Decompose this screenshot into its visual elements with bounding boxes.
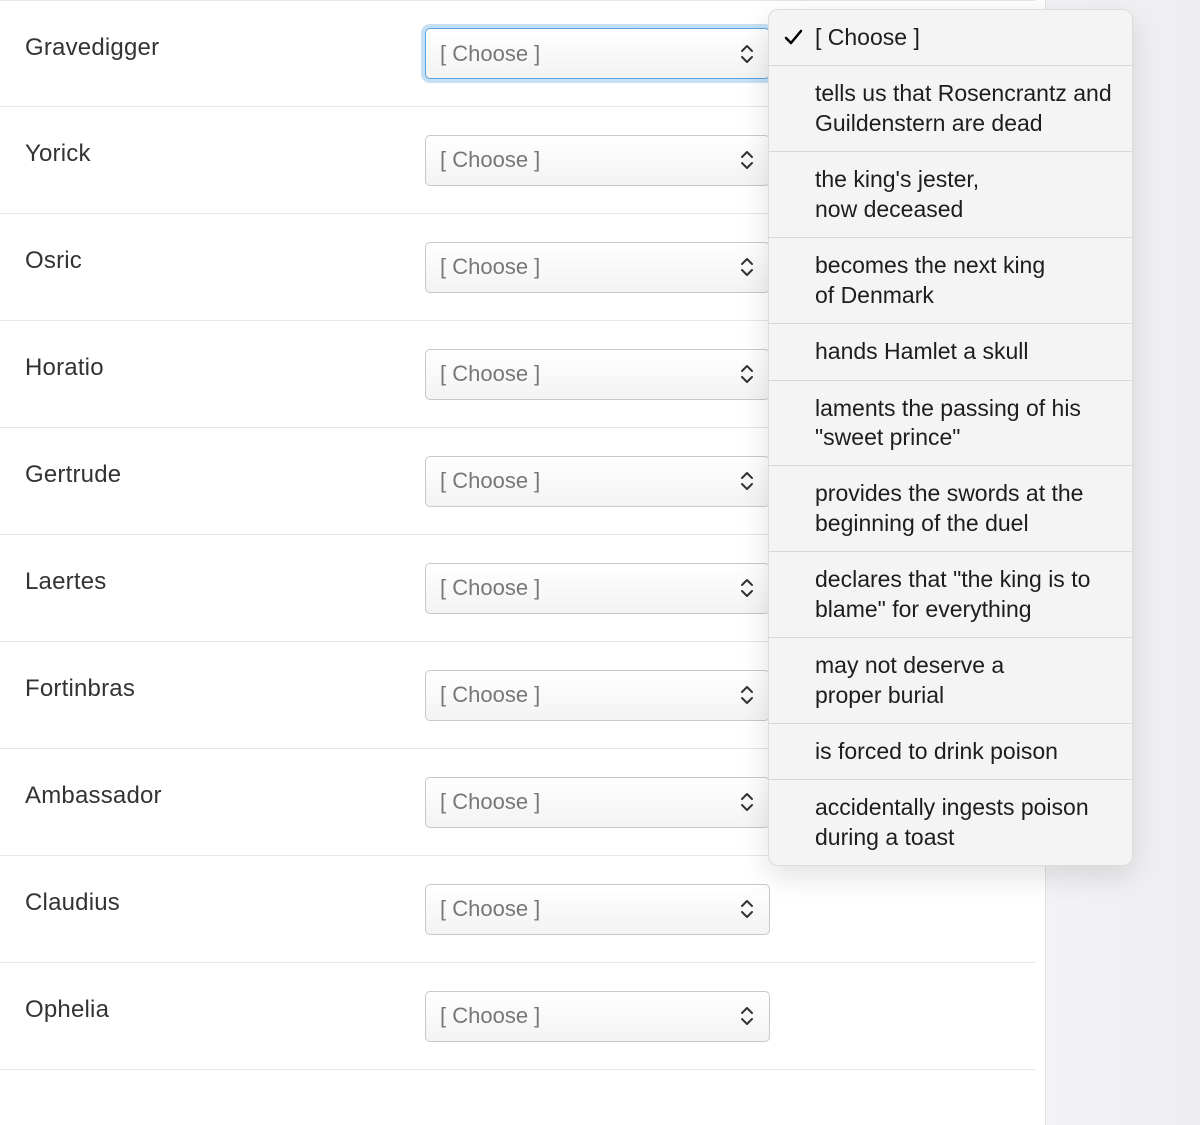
answer-select-value: [ Choose ]: [440, 1003, 540, 1029]
match-prompt-label: Ophelia: [25, 996, 425, 1036]
dropdown-popover: [ Choose ] tells us that Rosencrantz and …: [768, 9, 1133, 866]
answer-select-value: [ Choose ]: [440, 254, 540, 280]
dropdown-option-label: hands Hamlet a skull: [815, 338, 1029, 364]
answer-select[interactable]: [ Choose ]: [425, 563, 770, 614]
answer-select[interactable]: [ Choose ]: [425, 777, 770, 828]
answer-select-value: [ Choose ]: [440, 789, 540, 815]
dropdown-option-label: becomes the next king of Denmark: [815, 252, 1045, 307]
chevron-up-down-icon: [739, 256, 755, 278]
match-row: Claudius [ Choose ]: [0, 856, 1035, 963]
chevron-up-down-icon: [739, 791, 755, 813]
match-prompt-label: Gertrude: [25, 461, 425, 501]
match-prompt-label: Laertes: [25, 568, 425, 608]
answer-select-value: [ Choose ]: [440, 41, 540, 67]
answer-select-value: [ Choose ]: [440, 468, 540, 494]
dropdown-option[interactable]: hands Hamlet a skull: [769, 324, 1132, 380]
dropdown-option[interactable]: the king's jester, now deceased: [769, 152, 1132, 238]
dropdown-option[interactable]: is forced to drink poison: [769, 724, 1132, 780]
dropdown-option[interactable]: [ Choose ]: [769, 10, 1132, 66]
match-prompt-label: Yorick: [25, 140, 425, 180]
check-icon: [783, 25, 803, 45]
dropdown-option[interactable]: accidentally ingests poison during a toa…: [769, 780, 1132, 865]
dropdown-option-label: tells us that Rosencrantz and Guildenste…: [815, 80, 1112, 135]
match-prompt-label: Gravedigger: [25, 34, 425, 74]
answer-select-value: [ Choose ]: [440, 682, 540, 708]
dropdown-option[interactable]: laments the passing of his "sweet prince…: [769, 381, 1132, 467]
dropdown-option[interactable]: may not deserve a proper burial: [769, 638, 1132, 724]
chevron-up-down-icon: [739, 470, 755, 492]
answer-select-value: [ Choose ]: [440, 147, 540, 173]
match-prompt-label: Osric: [25, 247, 425, 287]
dropdown-option-label: laments the passing of his "sweet prince…: [815, 395, 1081, 450]
chevron-up-down-icon: [739, 149, 755, 171]
chevron-up-down-icon: [739, 577, 755, 599]
dropdown-option-label: accidentally ingests poison during a toa…: [815, 794, 1089, 849]
dropdown-option-label: the king's jester, now deceased: [815, 166, 979, 221]
answer-select[interactable]: [ Choose ]: [425, 456, 770, 507]
match-prompt-label: Ambassador: [25, 782, 425, 822]
answer-select[interactable]: [ Choose ]: [425, 28, 770, 79]
dropdown-option-label: declares that "the king is to blame" for…: [815, 566, 1090, 621]
dropdown-option[interactable]: provides the swords at the beginning of …: [769, 466, 1132, 552]
answer-select[interactable]: [ Choose ]: [425, 135, 770, 186]
dropdown-option[interactable]: becomes the next king of Denmark: [769, 238, 1132, 324]
chevron-up-down-icon: [739, 43, 755, 65]
chevron-up-down-icon: [739, 363, 755, 385]
dropdown-option-label: may not deserve a proper burial: [815, 652, 1004, 707]
dropdown-option[interactable]: declares that "the king is to blame" for…: [769, 552, 1132, 638]
answer-select-value: [ Choose ]: [440, 575, 540, 601]
match-prompt-label: Claudius: [25, 889, 425, 929]
answer-select[interactable]: [ Choose ]: [425, 670, 770, 721]
answer-select[interactable]: [ Choose ]: [425, 991, 770, 1042]
answer-select-value: [ Choose ]: [440, 361, 540, 387]
answer-select-value: [ Choose ]: [440, 896, 540, 922]
answer-select[interactable]: [ Choose ]: [425, 242, 770, 293]
match-prompt-label: Fortinbras: [25, 675, 425, 715]
dropdown-option-label: is forced to drink poison: [815, 738, 1058, 764]
match-prompt-label: Horatio: [25, 354, 425, 394]
chevron-up-down-icon: [739, 1005, 755, 1027]
chevron-up-down-icon: [739, 898, 755, 920]
answer-select[interactable]: [ Choose ]: [425, 349, 770, 400]
dropdown-option-label: provides the swords at the beginning of …: [815, 480, 1083, 535]
answer-select[interactable]: [ Choose ]: [425, 884, 770, 935]
dropdown-option[interactable]: tells us that Rosencrantz and Guildenste…: [769, 66, 1132, 152]
match-row: Ophelia [ Choose ]: [0, 963, 1035, 1070]
chevron-up-down-icon: [739, 684, 755, 706]
dropdown-option-label: [ Choose ]: [815, 24, 920, 50]
